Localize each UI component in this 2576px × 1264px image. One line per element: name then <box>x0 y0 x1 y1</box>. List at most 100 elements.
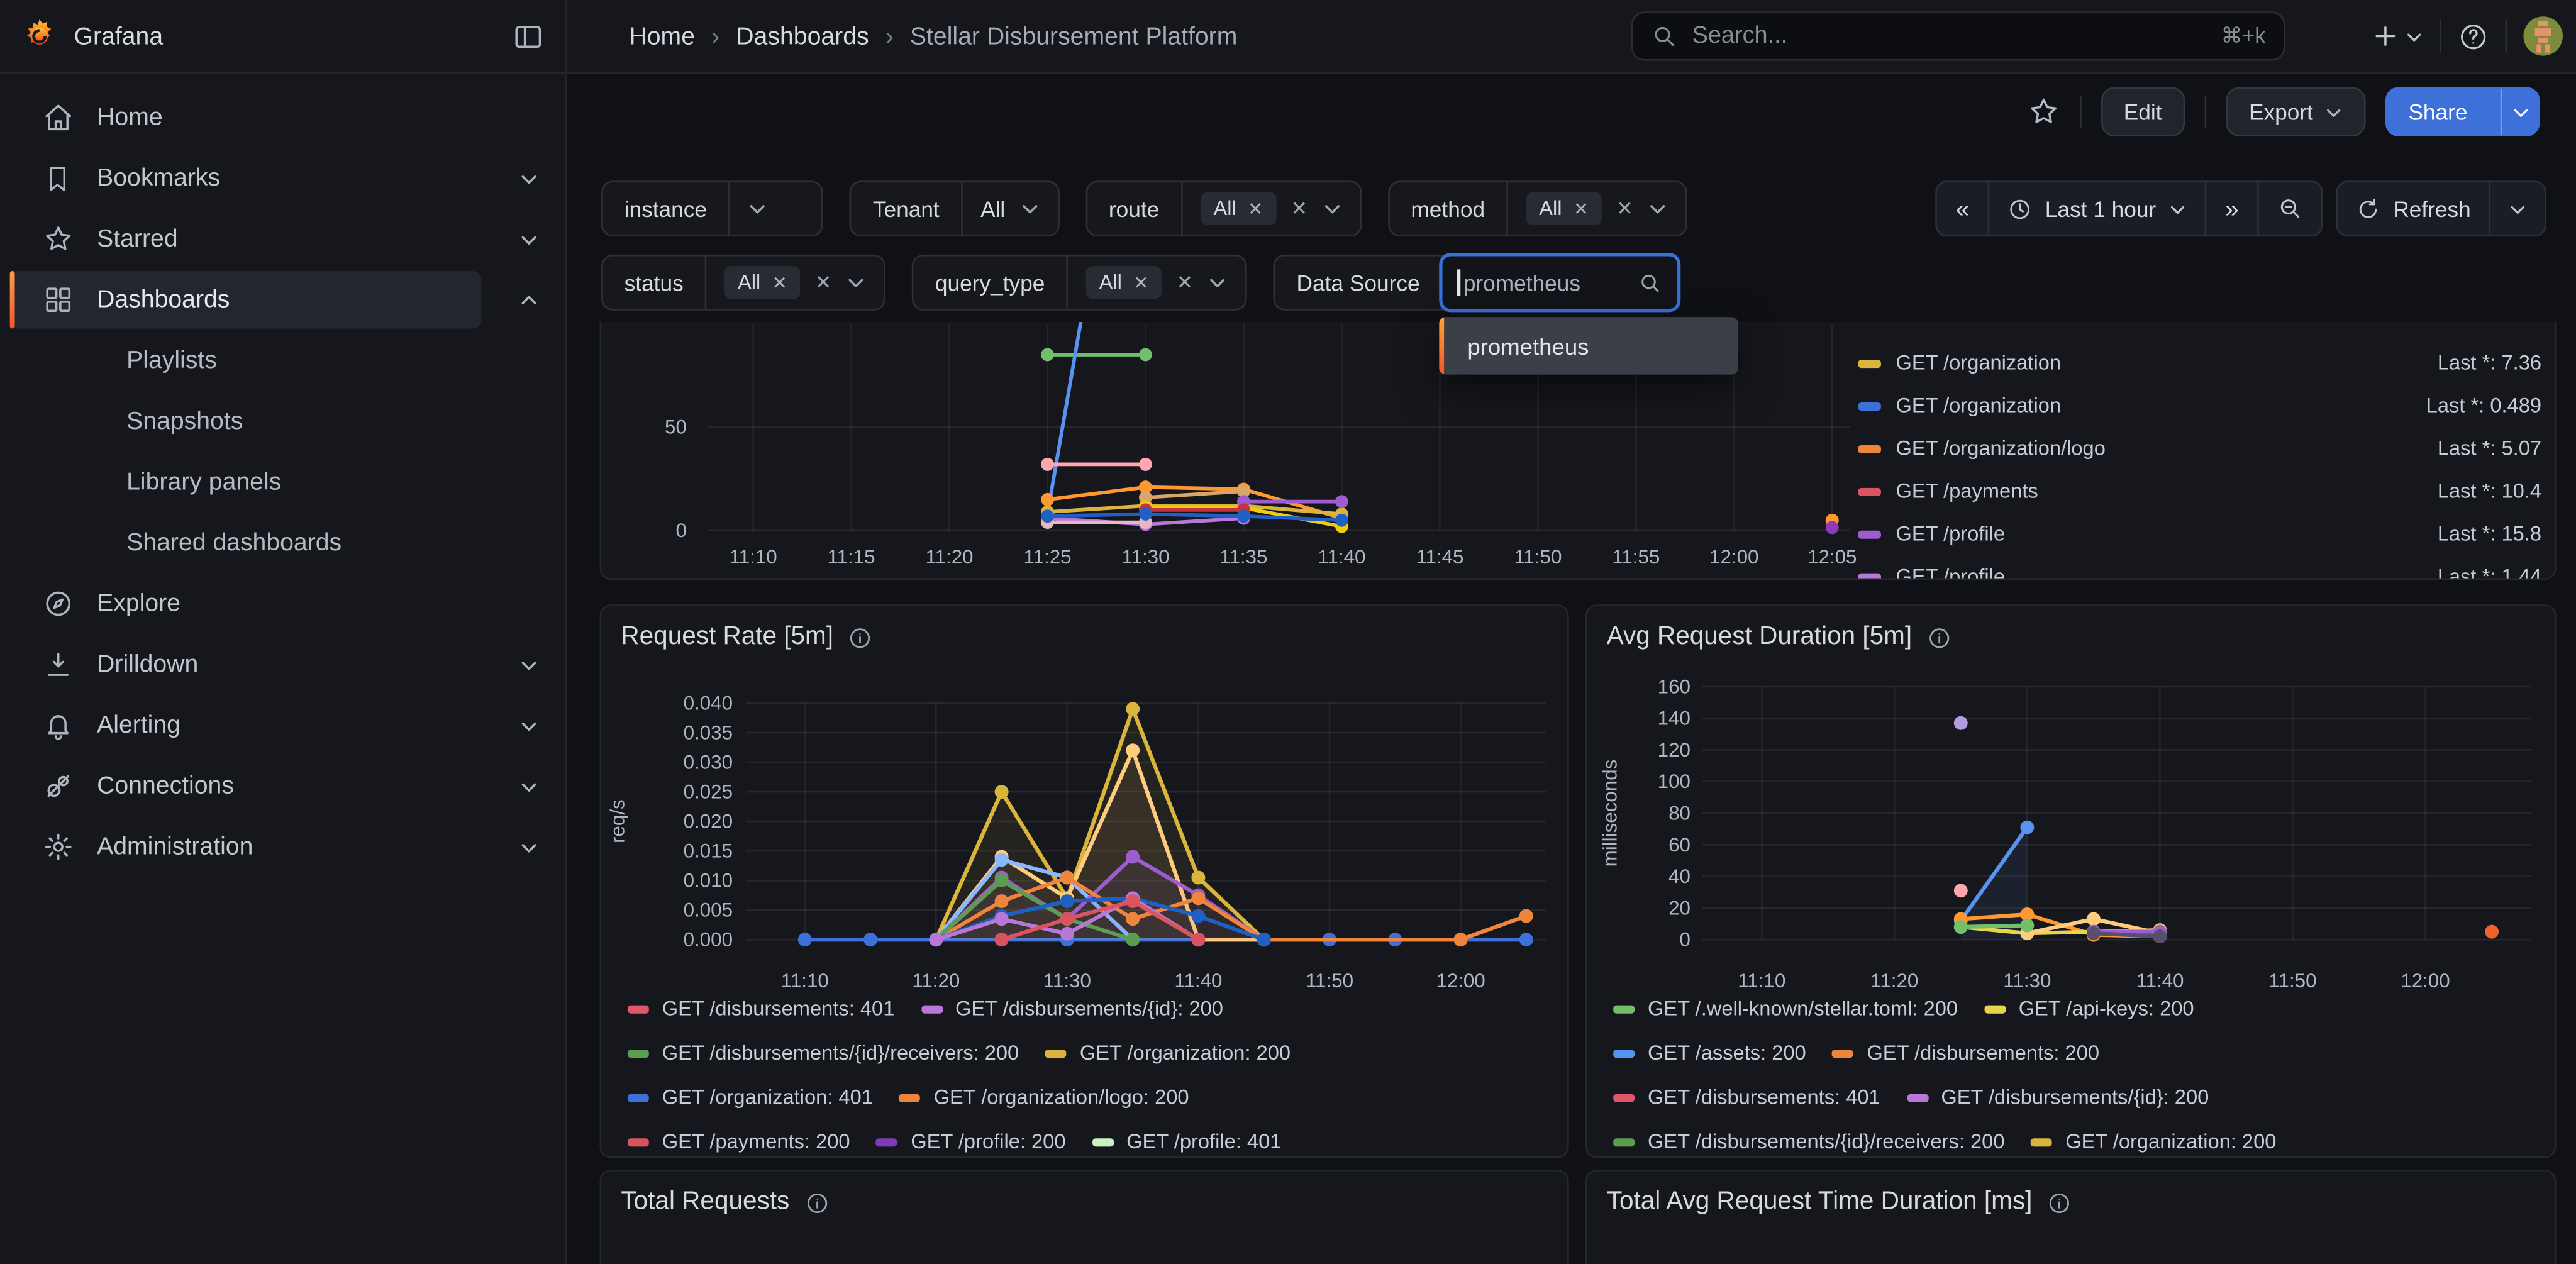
sidebar-item-drilldown[interactable]: Drilldown <box>0 634 565 695</box>
filter-value-area[interactable]: All✕✕ <box>1068 257 1246 309</box>
zoom-out-button[interactable] <box>2257 182 2321 235</box>
filter-status[interactable]: statusAll✕✕ <box>601 255 886 311</box>
filter-value-pill[interactable]: All✕ <box>1086 266 1162 299</box>
legend-item[interactable]: GET /disbursements/{id}/receivers: 200 <box>628 1041 1019 1065</box>
user-avatar[interactable] <box>2523 16 2563 56</box>
legend-item[interactable]: GET /organization: 401 <box>628 1086 873 1109</box>
filter-method[interactable]: methodAll✕✕ <box>1388 180 1687 236</box>
legend-item[interactable]: GET /assets: 200 <box>1613 1041 1806 1065</box>
remove-value-icon[interactable]: ✕ <box>1248 198 1263 219</box>
share-button[interactable]: Share <box>2385 87 2540 136</box>
info-icon[interactable] <box>848 625 873 650</box>
chevron-down-icon[interactable] <box>847 273 866 292</box>
legend-item[interactable]: GET /disbursements: 401 <box>628 997 895 1021</box>
legend-item[interactable]: GET /profile: 401 <box>1092 1130 1281 1153</box>
sidebar-item-dashboards[interactable]: Dashboards <box>0 269 565 330</box>
time-shift-forward-button[interactable]: » <box>2206 182 2257 235</box>
filter-value-area[interactable]: All✕✕ <box>1182 182 1360 235</box>
filter-value-area[interactable]: All✕✕ <box>1508 182 1686 235</box>
filter-value-pill[interactable]: All✕ <box>1201 192 1276 225</box>
filter-instance[interactable]: instance <box>601 180 823 236</box>
legend-item[interactable]: GET /payments: 200 <box>628 1130 850 1153</box>
chevron-down-icon[interactable] <box>519 169 538 188</box>
chevron-down-icon[interactable] <box>1648 199 1667 218</box>
legend-item[interactable]: GET /profile: 200 <box>876 1130 1065 1153</box>
chevron-down-icon[interactable] <box>519 776 538 796</box>
remove-value-icon[interactable]: ✕ <box>1133 272 1148 293</box>
remove-value-icon[interactable]: ✕ <box>772 272 787 293</box>
clear-filter-icon[interactable]: ✕ <box>1177 271 1193 294</box>
chevron-down-icon[interactable] <box>519 229 538 248</box>
clear-filter-icon[interactable]: ✕ <box>1616 197 1633 220</box>
filter-query-type[interactable]: query_typeAll✕✕ <box>912 255 1247 311</box>
filter-value-pill[interactable]: All✕ <box>1526 192 1601 225</box>
clear-filter-icon[interactable]: ✕ <box>815 271 831 294</box>
chevron-down-icon[interactable] <box>1020 199 1040 218</box>
star-dashboard-button[interactable] <box>2027 96 2060 128</box>
chevron-down-icon[interactable] <box>519 655 538 674</box>
legend-item[interactable]: GET /organization: 200 <box>1045 1041 1291 1065</box>
filter-value-pill[interactable]: All✕ <box>724 266 800 299</box>
sidebar-item-administration[interactable]: Administration <box>0 816 565 877</box>
info-icon[interactable] <box>804 1190 829 1215</box>
filter-value-area[interactable] <box>730 182 822 235</box>
legend-item[interactable]: GET /disbursements/{id}/receivers: 200 <box>1613 1130 2004 1153</box>
chevron-down-icon[interactable] <box>519 716 538 735</box>
legend-row[interactable]: GET /organizationLast *: 7.36 <box>1858 348 2541 378</box>
sidebar-item-snapshots[interactable]: Snapshots <box>0 391 565 452</box>
filter-tenant[interactable]: TenantAll <box>850 180 1059 236</box>
legend-item[interactable]: GET /disbursements/{id}: 200 <box>921 997 1223 1021</box>
legend-item[interactable]: GET /disbursements/{id}: 200 <box>1906 1086 2209 1109</box>
legend-item[interactable]: GET /.well-known/stellar.toml: 200 <box>1613 997 1958 1021</box>
sidebar-toggle-icon[interactable] <box>513 21 544 52</box>
timeseries-chart[interactable]: 11:1011:2011:3011:4011:5012:000.0000.005… <box>601 665 1569 1002</box>
search-input[interactable]: Search... ⌘+k <box>1631 11 2285 60</box>
sidebar-item-playlists[interactable]: Playlists <box>0 330 565 391</box>
filter-value-area[interactable]: All <box>962 182 1058 235</box>
sidebar-item-alerting[interactable]: Alerting <box>0 695 565 756</box>
chevron-down-icon[interactable] <box>519 837 538 857</box>
panel-header[interactable]: Request Rate [5m] <box>601 606 1567 668</box>
panel-header[interactable]: Total Avg Request Time Duration [ms] <box>1587 1171 2555 1233</box>
sidebar-item-connections[interactable]: Connections <box>0 756 565 817</box>
sidebar-item-library-panels[interactable]: Library panels <box>0 452 565 513</box>
legend-item[interactable]: GET /organization/logo: 200 <box>899 1086 1189 1109</box>
panel-header[interactable]: Avg Request Duration [5m] <box>1587 606 2555 668</box>
share-options-chevron[interactable] <box>2501 89 2538 135</box>
panel-header[interactable]: Total Requests <box>601 1171 1567 1233</box>
time-range-picker[interactable]: Last 1 hour <box>1987 182 2205 235</box>
refresh-interval-dropdown[interactable] <box>2489 182 2545 235</box>
datasource-option-prometheus[interactable]: prometheus <box>1440 317 1738 374</box>
info-icon[interactable] <box>1927 625 1951 650</box>
legend-row[interactable]: GET /organizationLast *: 0.489 <box>1858 391 2541 421</box>
timeseries-chart[interactable]: 11:1011:2011:3011:4011:5012:000204060801… <box>1587 665 2556 1002</box>
edit-button[interactable]: Edit <box>2101 87 2185 136</box>
add-new-button[interactable] <box>2370 21 2423 51</box>
sidebar-item-bookmarks[interactable]: Bookmarks <box>0 148 565 209</box>
sidebar-item-shared-dashboards[interactable]: Shared dashboards <box>0 513 565 574</box>
chevron-down-icon[interactable] <box>748 199 767 218</box>
remove-value-icon[interactable]: ✕ <box>1574 198 1589 219</box>
filter-value-area[interactable]: All✕✕ <box>706 257 884 309</box>
legend-item[interactable]: GET /organization: 200 <box>2031 1130 2276 1153</box>
datasource-input[interactable]: prometheus prometheus <box>1440 253 1681 312</box>
legend-item[interactable]: GET /disbursements: 200 <box>1833 1041 2100 1065</box>
help-button[interactable] <box>2458 21 2489 52</box>
legend-row[interactable]: GET /paymentsLast *: 10.4 <box>1858 477 2541 506</box>
export-button[interactable]: Export <box>2226 87 2365 136</box>
time-shift-back-button[interactable]: « <box>1938 182 1987 235</box>
legend-row[interactable]: GET /profileLast *: 15.8 <box>1858 519 2541 548</box>
info-icon[interactable] <box>2047 1190 2072 1215</box>
filter-route[interactable]: routeAll✕✕ <box>1085 180 1362 236</box>
clear-filter-icon[interactable]: ✕ <box>1291 197 1307 220</box>
chevron-down-icon[interactable] <box>1322 199 1341 218</box>
breadcrumb-home[interactable]: Home <box>629 22 695 50</box>
chevron-down-icon[interactable] <box>1208 273 1227 292</box>
chevron-up-icon[interactable] <box>519 290 538 309</box>
grafana-logo-icon[interactable] <box>21 18 57 54</box>
breadcrumb-dashboards[interactable]: Dashboards <box>736 22 869 50</box>
sidebar-item-explore[interactable]: Explore <box>0 574 565 635</box>
legend-row[interactable]: GET /organization/logoLast *: 5.07 <box>1858 434 2541 463</box>
refresh-button[interactable]: Refresh <box>2337 182 2489 235</box>
sidebar-item-home[interactable]: Home <box>0 87 565 148</box>
